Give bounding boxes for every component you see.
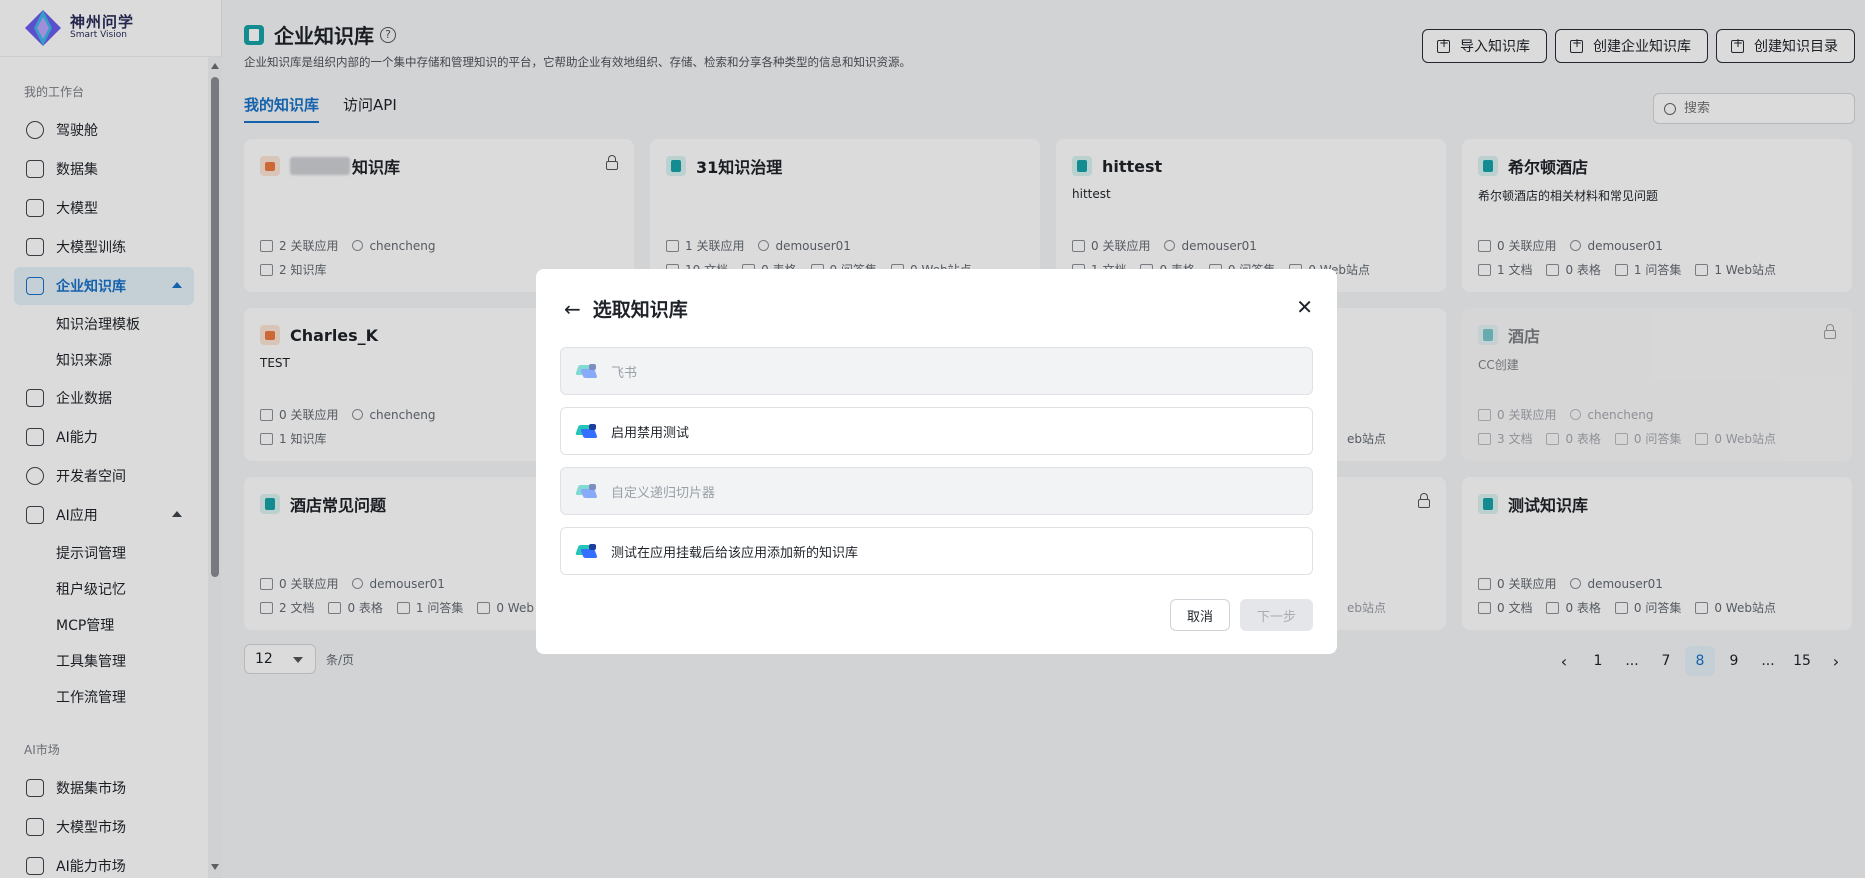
cancel-button[interactable]: 取消 bbox=[1169, 599, 1230, 631]
kb-option[interactable]: 飞书 bbox=[560, 347, 1313, 395]
next-button[interactable]: 下一步 bbox=[1239, 599, 1313, 631]
kb-option[interactable]: 启用禁用测试 bbox=[560, 407, 1313, 455]
kb-option[interactable]: 自定义递归切片器 bbox=[560, 467, 1313, 515]
kb-option-label: 飞书 bbox=[611, 365, 638, 381]
feishu-icon bbox=[575, 483, 598, 499]
feishu-icon bbox=[575, 423, 598, 439]
back-arrow-icon[interactable]: ← bbox=[564, 297, 581, 321]
kb-option-label: 启用禁用测试 bbox=[611, 425, 690, 441]
kb-option-label: 自定义递归切片器 bbox=[611, 485, 716, 501]
kb-option-list: 飞书 启用禁用测试 自定义递归切片器 测试在应用挂载后给该应用添加新的知识库 bbox=[560, 347, 1313, 587]
feishu-icon bbox=[575, 543, 598, 559]
feishu-icon bbox=[575, 363, 598, 379]
select-kb-dialog: ← 选取知识库 ✕ 飞书 启用禁用测试 自定义递归切片器 测试在应用挂载后给该应… bbox=[536, 269, 1337, 654]
kb-option-label: 测试在应用挂载后给该应用添加新的知识库 bbox=[611, 545, 859, 561]
kb-option[interactable]: 测试在应用挂载后给该应用添加新的知识库 bbox=[560, 527, 1313, 575]
dialog-footer: 取消 下一步 bbox=[1169, 599, 1313, 631]
close-icon[interactable]: ✕ bbox=[1296, 295, 1313, 319]
dialog-title: 选取知识库 bbox=[592, 299, 688, 321]
